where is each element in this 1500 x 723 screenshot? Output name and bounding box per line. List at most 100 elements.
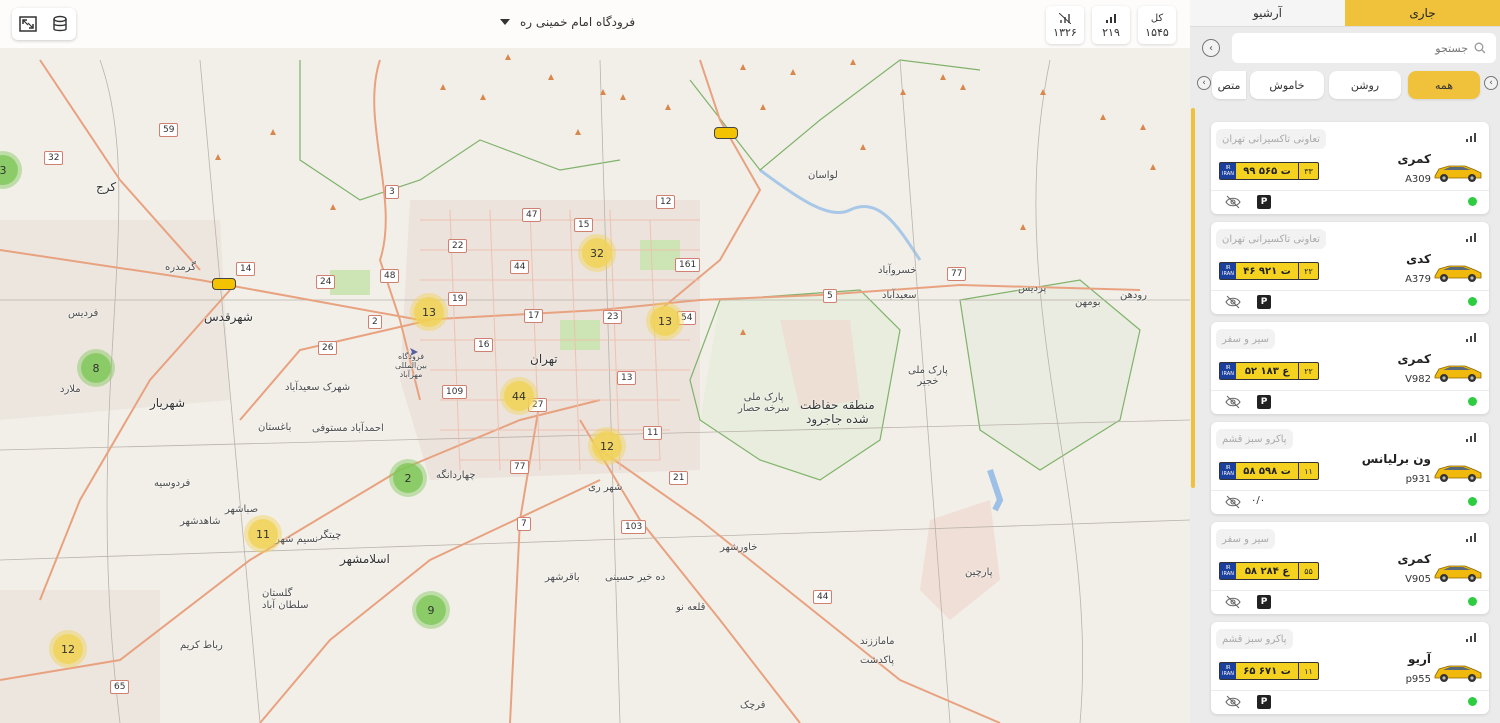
signal-icon (1466, 333, 1476, 342)
vehicle-cluster[interactable]: 13 (650, 306, 680, 336)
taxi-marker[interactable] (714, 127, 738, 139)
map-label-saeedabad-town: شهرک سعیدآباد (285, 382, 351, 393)
vehicle-cluster[interactable]: 2 (393, 463, 423, 493)
map-label-eslamshahr: اسلامشهر (340, 552, 390, 566)
vehicle-card[interactable]: سیر و سفر کمری V982 IR IRAN ۵۲ ع ۱۸۳ ۲۲ P (1211, 322, 1489, 414)
stat-total: کل ۱۵۴۵ (1138, 6, 1176, 44)
road-number: 17 (524, 309, 544, 323)
map-label-dehkheyr: ده خیر حسینی (605, 572, 666, 583)
filter-scroll-left-button[interactable]: ‹ (1197, 76, 1211, 90)
company-badge: سیر و سفر (1216, 529, 1276, 549)
taxi-marker[interactable] (212, 278, 236, 290)
road-number: 59 (159, 123, 179, 137)
map-label-baghershahr: باقرشهر (545, 572, 580, 583)
filter-all[interactable]: همه (1408, 71, 1480, 99)
vehicle-cluster[interactable]: 12 (592, 431, 622, 461)
map-label-mallard: ملارد (60, 384, 81, 395)
eye-off-icon[interactable] (1225, 495, 1241, 509)
map-label-garmdareh: گرمدره (165, 262, 196, 273)
vehicle-card[interactable]: سیر و سفر کمری V905 IR IRAN ۵۸ ع ۲۸۴ ۵۵ P (1211, 522, 1489, 614)
vehicle-code: V905 (1405, 574, 1431, 585)
vehicle-model: آریو (1407, 652, 1431, 666)
online-status-dot (1468, 197, 1477, 206)
vehicle-cluster[interactable]: 9 (416, 595, 446, 625)
location-dropdown[interactable]: فرودگاه امام خمینی ره (500, 15, 635, 29)
map-label-airport: فرودگاه بین‌المللی مهرآباد (395, 352, 427, 379)
map-label-saeedabad: سعیدآباد (882, 290, 917, 301)
plate-region: ۱۱ (1298, 463, 1318, 479)
tab-current[interactable]: جاری (1345, 0, 1500, 27)
vehicle-cluster[interactable]: 44 (504, 381, 534, 411)
eye-off-icon[interactable] (1225, 395, 1241, 409)
map-label-pakdasht: پاکدشت (860, 655, 895, 666)
vehicle-code: A309 (1405, 174, 1431, 185)
stat-total-value: ۱۵۴۵ (1145, 25, 1169, 39)
online-status-dot (1468, 297, 1477, 306)
fullscreen-icon[interactable] (17, 13, 39, 35)
map-label-khosrowabad: خسروآباد (878, 265, 917, 276)
chevron-left-icon: ‹ (1489, 78, 1493, 88)
panel-tabs: آرشیو جاری (1190, 0, 1500, 27)
vehicle-card[interactable]: تعاونی تاکسیرانی تهران کدی A379 IR IRAN ۴… (1211, 222, 1489, 314)
filter-connected[interactable]: متص (1212, 71, 1246, 99)
company-badge: سیر و سفر (1216, 329, 1276, 349)
filter-off[interactable]: خاموش (1250, 71, 1324, 99)
vehicle-cluster[interactable]: 8 (81, 353, 111, 383)
vehicle-model: کمری (1397, 552, 1432, 566)
vehicle-model: کدی (1406, 252, 1431, 266)
card-divider (1211, 290, 1489, 291)
eye-off-icon[interactable] (1225, 595, 1241, 609)
license-plate: IR IRAN ۵۸ ت ۵۹۸ ۱۱ (1219, 462, 1319, 480)
tab-archive[interactable]: آرشیو (1190, 0, 1345, 27)
search-icon[interactable] (1474, 39, 1486, 58)
license-plate: IR IRAN ۴۶ ت ۹۲۱ ۲۲ (1219, 262, 1319, 280)
map-label-golestan: گلستان (262, 588, 293, 599)
search-box (1232, 33, 1496, 63)
eye-off-icon[interactable] (1225, 195, 1241, 209)
map-label-sorkhe-hesar: پارک ملی سرخه حصار (738, 392, 790, 414)
plate-region: ۵۵ (1298, 563, 1318, 579)
vehicle-model: کمری (1397, 152, 1432, 166)
filter-on[interactable]: روشن (1329, 71, 1401, 99)
map-label-shahre-rey: شهر ری (588, 482, 623, 493)
map-label-pardis: پردیس (1018, 283, 1047, 294)
map-label-ahmadabad: احمدآباد مستوفی (312, 423, 384, 434)
database-icon[interactable] (49, 13, 71, 35)
vehicle-card[interactable]: تعاونی تاکسیرانی تهران کمری A309 IR IRAN … (1211, 122, 1489, 214)
vehicle-cluster[interactable]: 13 (414, 297, 444, 327)
map-label-jajrood-reserve: منطقه حفاظت شده جاجرود (800, 398, 875, 426)
map-label-robat-karim: رباط کریم (180, 640, 223, 651)
map-label-mamazand: ماماززند (860, 636, 895, 647)
vehicle-card[interactable]: پاکرو سبز قشم ون برلیانس p931 IR IRAN ۵۸ … (1211, 422, 1489, 514)
vehicle-cluster[interactable]: 12 (53, 634, 83, 664)
vehicle-cluster[interactable]: 11 (248, 519, 278, 549)
road-number: 16 (474, 338, 494, 352)
stat-no-signal: ۱۳۲۶ (1046, 6, 1084, 44)
card-divider (1211, 190, 1489, 191)
vehicle-code: p931 (1405, 474, 1431, 485)
company-badge: تعاونی تاکسیرانی تهران (1216, 229, 1326, 249)
road-number: 44 (813, 590, 833, 604)
parking-icon: P (1257, 395, 1271, 409)
plate-flag: IR IRAN (1220, 463, 1236, 479)
license-plate: IR IRAN ۵۸ ع ۲۸۴ ۵۵ (1219, 562, 1319, 580)
road-number: 21 (669, 471, 689, 485)
no-signal-icon (1059, 12, 1071, 26)
vehicle-card[interactable]: پاکرو سبز قشم آریو p955 IR IRAN ۶۵ ت ۶۷۱ … (1211, 622, 1489, 714)
eye-off-icon[interactable] (1225, 695, 1241, 709)
map-label-shahrghods: شهرقدس (204, 310, 253, 324)
card-divider (1211, 490, 1489, 491)
collapse-panel-button[interactable]: ‹ (1202, 39, 1220, 57)
card-divider (1211, 590, 1489, 591)
plate-region: ۱۱ (1298, 663, 1318, 679)
panel-scrollbar[interactable] (1191, 108, 1195, 488)
map-label-rudehen: رودهن (1120, 290, 1147, 301)
vehicle-cluster[interactable]: 32 (582, 238, 612, 268)
filter-scroll-right-button[interactable]: ‹ (1484, 76, 1498, 90)
eye-off-icon[interactable] (1225, 295, 1241, 309)
road-number: 54 (677, 311, 697, 325)
map-view[interactable]: تهران کرج شهریار اسلامشهر شهرقدس شهر ری … (0, 0, 1190, 723)
search-input[interactable] (1242, 41, 1468, 55)
map-tools (12, 8, 76, 40)
map-label-qarchak: قرچک (740, 700, 766, 711)
